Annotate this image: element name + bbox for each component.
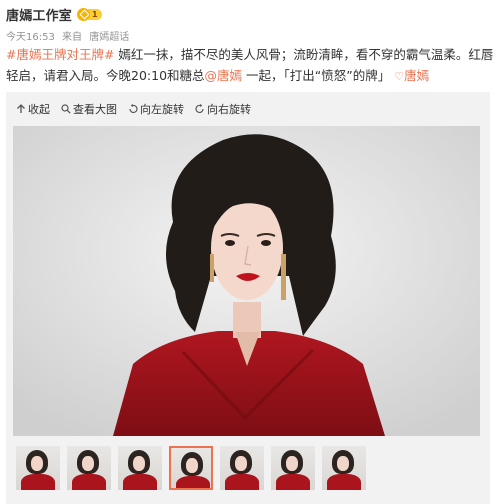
collapse-label: 收起 [28,103,50,116]
vip-badge[interactable]: 1 [77,7,102,21]
vip-level: 1 [88,8,102,20]
rotate-right-icon [195,104,204,113]
post-text: #唐嫣王牌对王牌# 嫣红一抹，描不尽的美人风骨；流盼清眸，看不穿的霸气温柔。红唇… [6,44,494,87]
author-name[interactable]: 唐嫣工作室 [6,5,72,24]
thumbnail-body [123,474,157,490]
post-text-line2: 轻启，请君入局。今晚20:10和糖总 [6,68,205,83]
rotate-right-button[interactable]: 向右旋转 [195,101,251,117]
mention-link[interactable]: @唐嫣 [205,68,243,83]
thumbnail-face [186,458,198,473]
thumbnail-strip [16,446,373,490]
thumbnail-body [21,474,55,490]
thumbnail-face [286,456,298,471]
post-text-line2-mid: 一起，「打出“愤怒”的牌」 [242,68,391,83]
gallery-thumbnail[interactable] [118,446,162,490]
post-time[interactable]: 今天16:53 [6,32,55,43]
portrait-illustration [13,126,480,436]
gallery-toolbar: 收起 查看大图 向左旋转 向右旋转 [16,101,262,117]
gallery-thumbnail[interactable] [16,446,60,490]
thumbnail-body [176,476,210,488]
source-prefix: 来自 [62,32,83,43]
magnifier-icon [61,104,71,114]
gallery-thumbnail[interactable] [169,446,213,490]
collapse-arrow-icon [17,104,25,113]
collapse-button[interactable]: 收起 [16,101,50,117]
super-topic-icon: ♡ [394,70,405,83]
gallery-thumbnail[interactable] [220,446,264,490]
rotate-left-button[interactable]: 向左旋转 [128,101,184,117]
thumbnail-face [235,456,247,471]
thumbnail-face [82,456,94,471]
view-large-label: 查看大图 [73,103,117,116]
main-photo[interactable] [13,126,480,436]
rotate-right-label: 向右旋转 [207,103,251,116]
view-large-button[interactable]: 查看大图 [61,101,117,117]
post-meta: 今天16:53 来自 唐嫣超话 [6,28,133,43]
post-source[interactable]: 唐嫣超话 [89,32,129,43]
image-gallery: 收起 查看大图 向左旋转 向右旋转 [6,92,490,504]
rotate-left-label: 向左旋转 [140,103,184,116]
thumbnail-face [31,456,43,471]
post-text-line1: 嫣红一抹，描不尽的美人风骨；流盼清眸，看不穿的霸气温柔。红唇 [114,47,494,62]
gallery-thumbnail[interactable] [271,446,315,490]
thumbnail-body [327,474,361,490]
thumbnail-body [225,474,259,490]
super-topic-link[interactable]: 唐嫣 [404,68,429,83]
thumbnail-body [276,474,310,490]
post-header: 唐嫣工作室 1 [6,4,102,24]
thumbnail-body [72,474,106,490]
topic-link[interactable]: #唐嫣王牌对王牌# [6,47,114,62]
gallery-thumbnail[interactable] [322,446,366,490]
thumbnail-face [337,456,349,471]
vip-gem-icon [77,7,91,21]
rotate-left-icon [129,104,138,113]
gallery-thumbnail[interactable] [67,446,111,490]
thumbnail-face [133,456,145,471]
